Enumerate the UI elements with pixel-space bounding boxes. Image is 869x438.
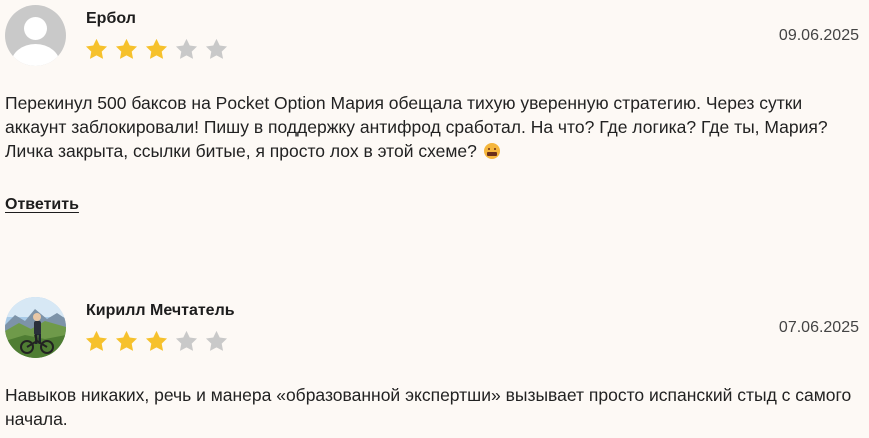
review-author: Кирилл Мечтатель	[86, 302, 235, 319]
review-text: Навыков никаких, речь и манера «образова…	[5, 385, 852, 429]
user-photo-avatar	[5, 297, 66, 358]
review-author: Ербол	[86, 10, 136, 27]
star-filled-icon	[115, 38, 138, 59]
star-empty-icon	[175, 38, 198, 59]
star-empty-icon	[205, 38, 228, 59]
star-filled-icon	[85, 330, 108, 351]
star-filled-icon	[145, 330, 168, 351]
review-text-container: Перекинул 500 баксов на Pocket Option Ма…	[5, 91, 860, 163]
review-text: Перекинул 500 баксов на Pocket Option Ма…	[5, 93, 828, 161]
star-filled-icon	[145, 38, 168, 59]
star-filled-icon	[115, 330, 138, 351]
star-rating	[84, 37, 229, 62]
censored-swearing-face-icon	[483, 143, 500, 159]
review-date: 09.06.2025	[778, 27, 859, 44]
star-empty-icon	[205, 330, 228, 351]
default-user-icon	[5, 5, 66, 66]
star-empty-icon	[175, 330, 198, 351]
user-photo-mountains-bike	[5, 297, 66, 358]
reply-button[interactable]: Ответить	[5, 196, 79, 214]
star-rating	[84, 329, 229, 354]
star-filled-icon	[85, 38, 108, 59]
review-date: 07.06.2025	[778, 319, 859, 336]
